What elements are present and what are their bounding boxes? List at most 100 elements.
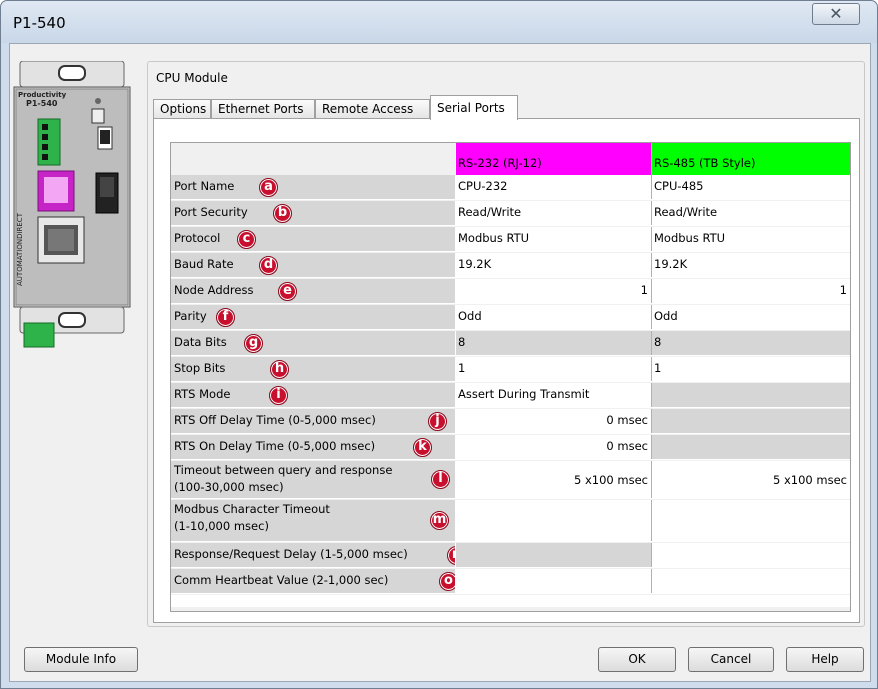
serial-ports-panel: RS-232 (RJ-12) RS-485 (TB Style) Port Na… — [153, 118, 860, 623]
grid-empty-space — [171, 595, 850, 607]
row-label-cell: RTS Off Delay Time (0-5,000 msec) j — [171, 409, 456, 433]
row-label-cell: RTS Mode i — [171, 383, 456, 407]
rs232-value: 19.2K — [458, 257, 492, 271]
rs485-value-cell[interactable]: Odd — [651, 305, 850, 329]
rs485-value-cell[interactable]: 8 — [651, 331, 850, 355]
row-label-cell: Baud Rate d — [171, 253, 456, 277]
rs485-value: 1 — [839, 283, 847, 297]
rs232-value-cell[interactable]: 0 msec — [456, 409, 651, 433]
table-row: Port Security b Read/Write Read/Write — [171, 201, 850, 226]
table-row: Comm Heartbeat Value (2-1,000 sec) o — [171, 569, 850, 594]
rs232-value: 8 — [458, 335, 466, 349]
rs485-value-cell[interactable] — [651, 543, 850, 567]
row-label: RTS Mode — [174, 387, 231, 401]
rs485-value: Odd — [654, 309, 678, 323]
rs232-value-cell[interactable]: Modbus RTU — [456, 227, 651, 251]
row-label: Port Security — [174, 205, 248, 219]
tab-remote-access[interactable]: Remote Access — [315, 99, 430, 119]
row-label: Timeout between query and response — [174, 463, 393, 477]
help-button[interactable]: Help — [786, 647, 864, 672]
rs232-value: Assert During Transmit — [458, 387, 590, 401]
rs485-value-cell[interactable]: 1 — [651, 357, 850, 381]
device-vendor-text: AUTOMATIONDIRECT — [16, 212, 24, 286]
row-label-range: (1-10,000 msec) — [174, 519, 269, 533]
tab-options[interactable]: Options — [153, 99, 211, 119]
table-row: RTS Mode i Assert During Transmit — [171, 383, 850, 408]
rs232-value-cell[interactable]: 0 msec — [456, 435, 651, 459]
callout-marker: d — [259, 256, 278, 275]
dialog-client-area: Productivity P1-540 AUTOMATIONDIRECT CPU… — [9, 43, 871, 682]
row-label-cell: Parity f — [171, 305, 456, 329]
row-label-cell: Comm Heartbeat Value (2-1,000 sec) o — [171, 569, 456, 593]
rs232-value-cell[interactable]: 5 x100 msec — [456, 461, 651, 498]
rs485-value-cell[interactable]: CPU-485 — [651, 175, 850, 199]
title-bar: P1-540 ✕ — [1, 1, 877, 43]
rs232-value-cell[interactable]: 1 — [456, 279, 651, 303]
row-label-cell: Data Bits g — [171, 331, 456, 355]
tab-serial-ports[interactable]: Serial Ports — [430, 95, 518, 120]
rs232-value-cell[interactable]: Assert During Transmit — [456, 383, 651, 407]
rs485-value-cell[interactable]: Modbus RTU — [651, 227, 850, 251]
rs485-value: 5 x100 msec — [773, 473, 847, 487]
rs485-value-cell[interactable]: 5 x100 msec — [651, 461, 850, 498]
rs232-value-cell[interactable] — [456, 543, 651, 567]
row-label: Comm Heartbeat Value (2-1,000 sec) — [174, 573, 389, 587]
rs485-value-cell[interactable]: Read/Write — [651, 201, 850, 225]
group-label: CPU Module — [156, 71, 228, 85]
callout-marker: i — [269, 386, 288, 405]
callout-marker: l — [431, 470, 450, 489]
row-label: Modbus Character Timeout — [174, 502, 330, 516]
rs232-value: Modbus RTU — [458, 231, 530, 245]
rs232-value-cell[interactable]: Odd — [456, 305, 651, 329]
rs485-value-cell[interactable]: 19.2K — [651, 253, 850, 277]
callout-marker: h — [270, 360, 289, 379]
window-title: P1-540 — [13, 14, 66, 32]
row-label-cell: Modbus Character Timeout (1-10,000 msec) m — [171, 500, 456, 541]
rs485-value-cell[interactable] — [651, 383, 850, 407]
callout-marker: a — [259, 178, 278, 197]
callout-marker: b — [273, 204, 292, 223]
table-row: RTS On Delay Time (0-5,000 msec) k 0 msec — [171, 435, 850, 460]
row-label-cell: RTS On Delay Time (0-5,000 msec) k — [171, 435, 456, 459]
rs232-value-cell[interactable] — [456, 569, 651, 593]
row-label: Node Address — [174, 283, 254, 297]
table-row: Modbus Character Timeout (1-10,000 msec) m — [171, 500, 850, 542]
rs485-value-cell[interactable] — [651, 409, 850, 433]
rs232-value: 1 — [640, 283, 648, 297]
device-brand-text: Productivity — [18, 91, 67, 99]
row-label: Response/Request Delay (1-5,000 msec) — [174, 547, 408, 561]
cpu-module-image: Productivity P1-540 AUTOMATIONDIRECT — [13, 61, 131, 348]
callout-marker: g — [244, 334, 263, 353]
rs232-value-cell[interactable]: Read/Write — [456, 201, 651, 225]
rs485-value: Modbus RTU — [654, 231, 726, 245]
cancel-button[interactable]: Cancel — [688, 647, 774, 672]
rs232-value-cell[interactable] — [456, 500, 651, 541]
rs232-value: 1 — [458, 361, 466, 375]
rs485-value-cell[interactable] — [651, 500, 850, 541]
row-label-cell: Port Name a — [171, 175, 456, 199]
rs232-value: 0 msec — [606, 439, 648, 453]
rs485-value: CPU-485 — [654, 179, 704, 193]
rs232-value: 5 x100 msec — [574, 473, 648, 487]
rs232-value-cell[interactable]: 19.2K — [456, 253, 651, 277]
module-info-button[interactable]: Module Info — [24, 647, 138, 672]
close-button[interactable]: ✕ — [812, 3, 860, 25]
row-label: Port Name — [174, 179, 235, 193]
rs485-value-cell[interactable]: 1 — [651, 279, 850, 303]
row-label: Stop Bits — [174, 361, 226, 375]
ok-button[interactable]: OK — [598, 647, 676, 672]
row-label-cell: Stop Bits h — [171, 357, 456, 381]
rs485-value-cell[interactable] — [651, 435, 850, 459]
rs232-value: 0 msec — [606, 413, 648, 427]
tab-ethernet-ports[interactable]: Ethernet Ports — [211, 99, 315, 119]
callout-marker: n — [447, 546, 455, 565]
rs485-value: 19.2K — [654, 257, 688, 271]
rs232-value-cell[interactable]: CPU-232 — [456, 175, 651, 199]
header-rs485: RS-485 (TB Style) — [651, 143, 850, 175]
row-label-cell: Response/Request Delay (1-5,000 msec) n — [171, 543, 456, 567]
close-icon: ✕ — [829, 4, 843, 23]
table-row: Data Bits g 8 8 — [171, 331, 850, 356]
rs485-value-cell[interactable] — [651, 569, 850, 593]
rs232-value-cell[interactable]: 1 — [456, 357, 651, 381]
rs232-value-cell[interactable]: 8 — [456, 331, 651, 355]
